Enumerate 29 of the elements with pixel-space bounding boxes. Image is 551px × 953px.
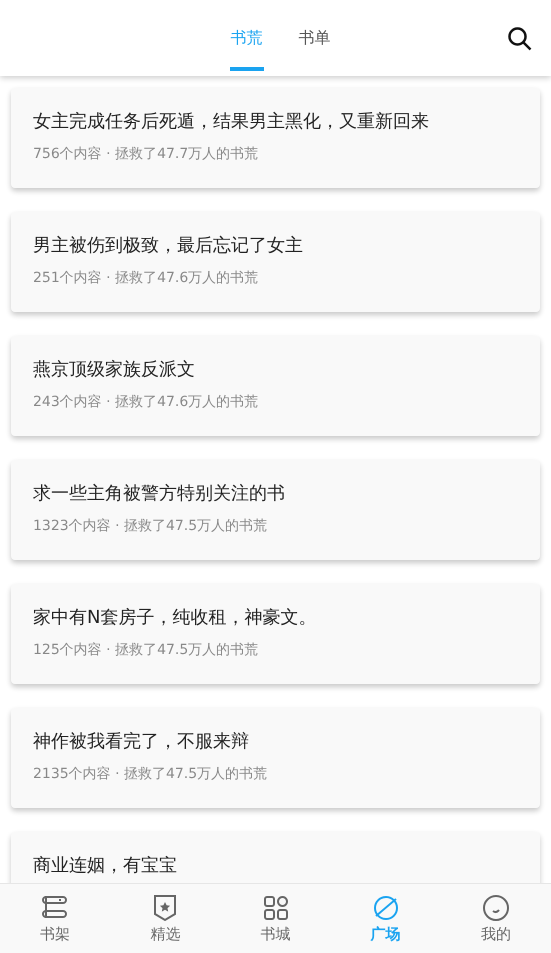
topic-meta: 1323个内容 · 拯救了47.5万人的书荒 <box>33 517 268 536</box>
topic-meta: 125个内容 · 拯救了47.5万人的书荒 <box>33 641 260 660</box>
topic-title: 家中有N套房子，纯收租，神豪文。 <box>33 606 318 630</box>
topic-meta: 756个内容 · 拯救了47.7万人的书荒 <box>33 145 260 164</box>
topic-meta: 251个内容 · 拯救了47.6万人的书荒 <box>33 269 260 288</box>
topic-card[interactable]: 商业连姻，有宝宝 <box>11 832 540 883</box>
search-button[interactable] <box>507 26 533 52</box>
nav-tab[interactable]: 书城 <box>220 884 331 953</box>
topic-meta: 243个内容 · 拯救了47.6万人的书荒 <box>33 393 260 412</box>
topic-title: 女主完成任务后死遁，结果男主黑化，又重新回来 <box>33 110 430 134</box>
topic-meta: 2135个内容 · 拯救了47.5万人的书荒 <box>33 765 268 784</box>
topic-title: 求一些主角被警方特别关注的书 <box>33 482 286 506</box>
topic-card[interactable]: 求一些主角被警方特别关注的书 1323个内容 · 拯救了47.5万人的书荒 <box>11 460 540 560</box>
nav-tab[interactable]: 精选 <box>110 884 220 953</box>
topic-card[interactable]: 家中有N套房子，纯收租，神豪文。 125个内容 · 拯救了47.5万人的书荒 <box>11 584 540 684</box>
topic-title: 燕京顶级家族反派文 <box>33 358 196 382</box>
topic-title: 商业连姻，有宝宝 <box>33 854 178 878</box>
grid-icon <box>262 894 290 922</box>
topic-card[interactable]: 神作被我看完了，不服来辩 2135个内容 · 拯救了47.5万人的书荒 <box>11 708 540 808</box>
smiley-icon <box>482 894 510 922</box>
topic-title: 男主被伤到极致，最后忘记了女主 <box>33 234 304 258</box>
topic-card[interactable]: 燕京顶级家族反派文 243个内容 · 拯救了47.6万人的书荒 <box>11 336 540 436</box>
nav-tab[interactable]: 我的 <box>440 884 551 953</box>
nav-tab[interactable]: 书架 <box>0 884 110 953</box>
tab[interactable]: 书单 <box>286 0 342 76</box>
search-icon <box>507 26 533 52</box>
topic-card[interactable]: 女主完成任务后死遁，结果男主黑化，又重新回来 756个内容 · 拯救了47.7万人的书荒 <box>11 88 540 188</box>
topic-title: 神作被我看完了，不服来辩 <box>33 730 250 754</box>
topic-card[interactable]: 男主被伤到极致，最后忘记了女主 251个内容 · 拯救了47.6万人的书荒 <box>11 212 540 312</box>
